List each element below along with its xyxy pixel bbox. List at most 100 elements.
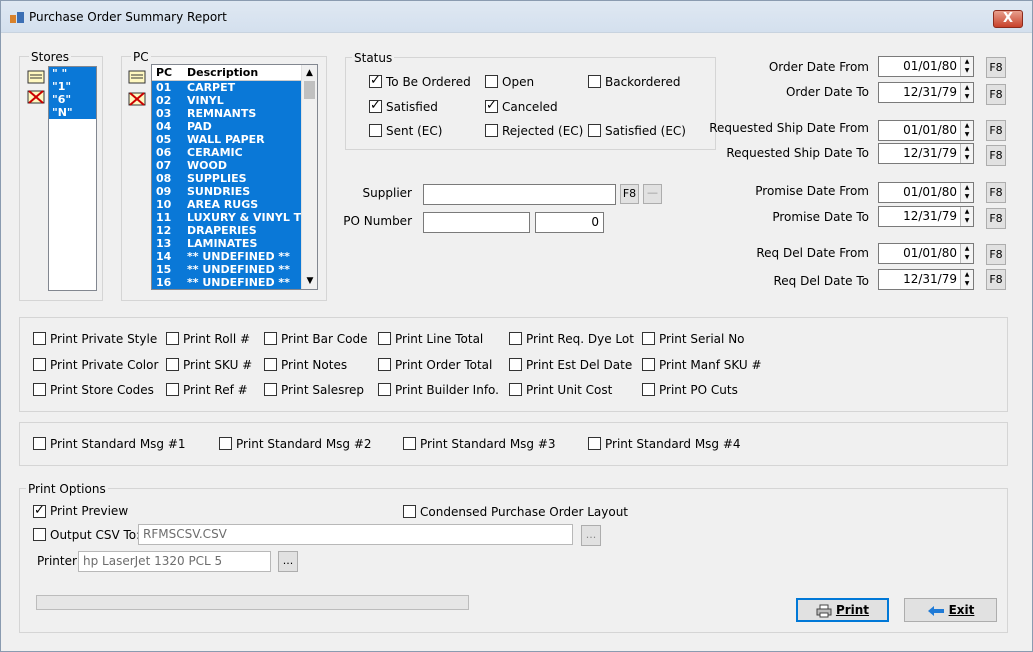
pc-list-row[interactable]: 02 VINYL: [152, 94, 302, 107]
order-date-to-input[interactable]: 12/31/79 ▲ ▼: [878, 82, 974, 103]
select-all-pc-icon[interactable]: [128, 69, 146, 85]
spinner-icon[interactable]: ▲ ▼: [960, 57, 973, 76]
pc-list-row[interactable]: 07 WOOD: [152, 159, 302, 172]
spinner-icon[interactable]: ▲ ▼: [960, 207, 973, 226]
supplier-input[interactable]: [423, 184, 616, 205]
pc-list-row[interactable]: 15 ** UNDEFINED **: [152, 263, 302, 276]
print-notes-checkbox[interactable]: [264, 358, 277, 371]
pc-list-row[interactable]: 06 CERAMIC: [152, 146, 302, 159]
print-order-total-checkbox[interactable]: [378, 358, 391, 371]
csv-filename-input[interactable]: RFMSCSV.CSV: [138, 524, 573, 545]
pc-list-row[interactable]: 16 ** UNDEFINED **: [152, 276, 302, 289]
pc-list-row[interactable]: 10 AREA RUGS: [152, 198, 302, 211]
pc-list-row[interactable]: 05 WALL PAPER: [152, 133, 302, 146]
pc-list-row[interactable]: 04 PAD: [152, 120, 302, 133]
print-line-total-checkbox[interactable]: [378, 332, 391, 345]
print-est-del-date-checkbox[interactable]: [509, 358, 522, 371]
supplier-clear-button[interactable]: —: [643, 184, 662, 204]
order-date-from-f8[interactable]: F8: [986, 57, 1006, 78]
print-store-codes-checkbox[interactable]: [33, 383, 46, 396]
satisfied-ec-checkbox[interactable]: [588, 124, 601, 137]
pc-col-code-header[interactable]: PC: [156, 65, 172, 81]
print-builder-info-checkbox[interactable]: [378, 383, 391, 396]
pc-list-row[interactable]: 13 LAMINATES: [152, 237, 302, 250]
scroll-up-icon[interactable]: ▲: [302, 65, 317, 81]
csv-browse-button[interactable]: ...: [581, 525, 601, 546]
print-serial-no-checkbox[interactable]: [642, 332, 655, 345]
spinner-icon[interactable]: ▲ ▼: [960, 244, 973, 263]
req-del-from-input[interactable]: 01/01/80 ▲ ▼: [878, 243, 974, 264]
req-ship-from-f8[interactable]: F8: [986, 120, 1006, 141]
spinner-icon[interactable]: ▲ ▼: [960, 83, 973, 102]
output-csv-checkbox[interactable]: [33, 528, 46, 541]
list-item[interactable]: "1": [49, 80, 96, 93]
printer-browse-button[interactable]: ...: [278, 551, 298, 572]
pc-col-desc-header[interactable]: Description: [187, 65, 258, 81]
canceled-checkbox[interactable]: [485, 98, 498, 113]
print-std-msg-1-checkbox[interactable]: [33, 437, 46, 450]
print-manf-sku-checkbox[interactable]: [642, 358, 655, 371]
order-date-from-input[interactable]: 01/01/80 ▲ ▼: [878, 56, 974, 77]
pc-list-row[interactable]: 12 DRAPERIES: [152, 224, 302, 237]
order-date-to-f8[interactable]: F8: [986, 84, 1006, 105]
pc-list-row[interactable]: 14 ** UNDEFINED **: [152, 250, 302, 263]
print-std-msg-3-checkbox[interactable]: [403, 437, 416, 450]
clear-stores-icon[interactable]: [27, 89, 45, 105]
printer-input[interactable]: hp LaserJet 1320 PCL 5: [78, 551, 271, 572]
print-ref-checkbox[interactable]: [166, 383, 179, 396]
satisfied-checkbox[interactable]: [369, 98, 382, 113]
print-std-msg-4-checkbox[interactable]: [588, 437, 601, 450]
promise-to-f8[interactable]: F8: [986, 208, 1006, 229]
req-ship-to-f8[interactable]: F8: [986, 145, 1006, 166]
print-unit-cost-checkbox[interactable]: [509, 383, 522, 396]
print-bar-code-checkbox[interactable]: [264, 332, 277, 345]
clear-pc-icon[interactable]: [128, 91, 146, 107]
spinner-icon[interactable]: ▲ ▼: [960, 183, 973, 202]
req-del-from-f8[interactable]: F8: [986, 244, 1006, 265]
print-private-style-checkbox[interactable]: [33, 332, 46, 345]
scroll-thumb[interactable]: [304, 81, 315, 99]
req-ship-from-input[interactable]: 01/01/80 ▲ ▼: [878, 120, 974, 141]
req-del-to-f8[interactable]: F8: [986, 269, 1006, 290]
pc-list-scrollbar[interactable]: ▲ ▼: [301, 65, 317, 289]
sent-ec-checkbox[interactable]: [369, 124, 382, 137]
list-item[interactable]: " ": [49, 67, 96, 80]
open-checkbox[interactable]: [485, 75, 498, 88]
select-all-stores-icon[interactable]: [27, 69, 45, 85]
print-req-dye-lot-checkbox[interactable]: [509, 332, 522, 345]
close-button[interactable]: X: [993, 10, 1023, 28]
req-del-to-input[interactable]: 12/31/79 ▲ ▼: [878, 269, 974, 290]
backordered-checkbox[interactable]: [588, 75, 601, 88]
spinner-icon[interactable]: ▲ ▼: [960, 270, 973, 289]
promise-to-input[interactable]: 12/31/79 ▲ ▼: [878, 206, 974, 227]
pc-list-row[interactable]: 09 SUNDRIES: [152, 185, 302, 198]
po-number-from-input[interactable]: [423, 212, 530, 233]
req-ship-to-input[interactable]: 12/31/79 ▲ ▼: [878, 143, 974, 164]
print-sku-checkbox[interactable]: [166, 358, 179, 371]
print-button[interactable]: Print: [796, 598, 889, 622]
pc-list[interactable]: PC Description 01 CARPET 02 VINYL 03 REMNANTS…: [151, 64, 318, 290]
list-item[interactable]: "N": [49, 106, 96, 119]
rejected-ec-checkbox[interactable]: [485, 124, 498, 137]
pc-list-row[interactable]: 11 LUXURY & VINYL TILE: [152, 211, 317, 224]
exit-button[interactable]: Exit: [904, 598, 997, 622]
to-be-ordered-checkbox[interactable]: [369, 73, 382, 88]
promise-from-f8[interactable]: F8: [986, 182, 1006, 203]
supplier-f8-button[interactable]: F8: [620, 184, 639, 204]
pc-list-row[interactable]: 03 REMNANTS: [152, 107, 302, 120]
po-number-to-input[interactable]: 0: [535, 212, 604, 233]
print-po-cuts-checkbox[interactable]: [642, 383, 655, 396]
print-salesrep-checkbox[interactable]: [264, 383, 277, 396]
print-preview-checkbox[interactable]: [33, 503, 46, 518]
spinner-icon[interactable]: ▲ ▼: [960, 144, 973, 163]
pc-list-row[interactable]: 01 CARPET: [152, 81, 302, 94]
list-item[interactable]: "6": [49, 93, 96, 106]
condensed-layout-checkbox[interactable]: [403, 505, 416, 518]
scroll-down-icon[interactable]: ▼: [302, 273, 317, 289]
spinner-icon[interactable]: ▲ ▼: [960, 121, 973, 140]
pc-list-row[interactable]: 08 SUPPLIES: [152, 172, 302, 185]
print-roll-checkbox[interactable]: [166, 332, 179, 345]
stores-list[interactable]: " " "1" "6" "N": [48, 66, 97, 291]
promise-from-input[interactable]: 01/01/80 ▲ ▼: [878, 182, 974, 203]
print-std-msg-2-checkbox[interactable]: [219, 437, 232, 450]
